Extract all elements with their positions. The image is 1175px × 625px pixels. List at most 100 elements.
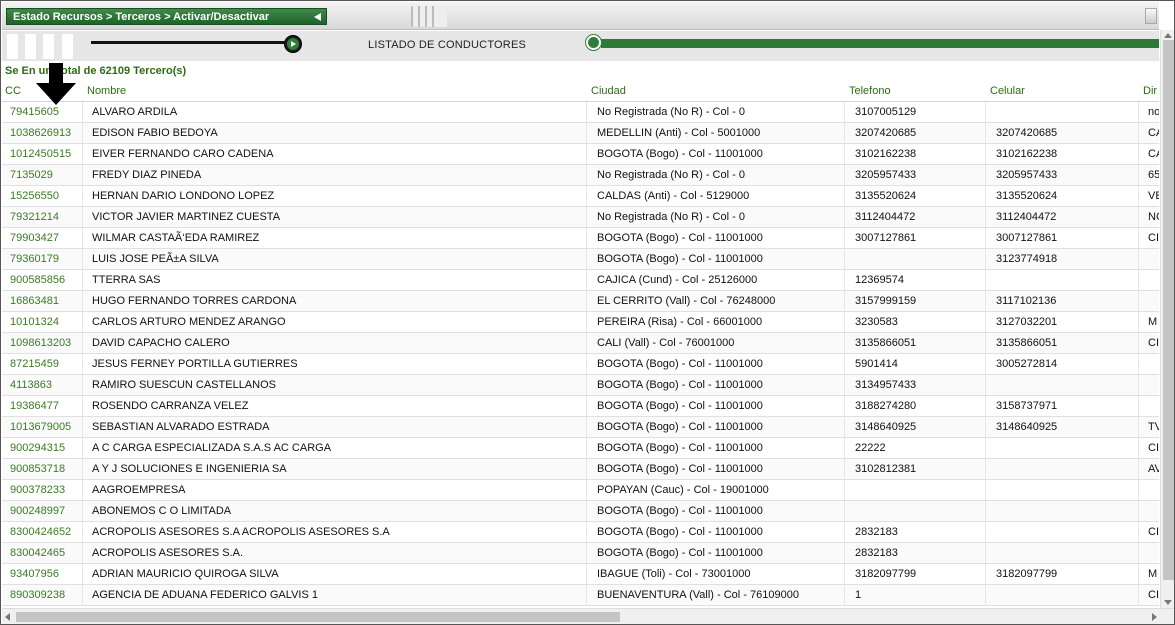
cell-nombre: A C CARGA ESPECIALIZADA S.A.S AC CARGA xyxy=(86,438,587,458)
cell-dir xyxy=(1142,480,1159,500)
table-row[interactable]: 10101324 CARLOS ARTURO MENDEZ ARANGO PEREI… xyxy=(2,312,1159,333)
column-header-ciudad[interactable]: Ciudad xyxy=(591,85,626,97)
table-row[interactable]: 87215459 JESUS FERNEY PORTILLA GUTIERRES B… xyxy=(2,354,1159,375)
table-row[interactable]: 93407956 ADRIAN MAURICIO QUIROGA SILVA IBA… xyxy=(2,564,1159,585)
cell-cc[interactable]: 900585856 xyxy=(4,270,83,290)
cell-nombre: FREDY DIAZ PINEDA xyxy=(86,165,587,185)
cell-cc[interactable]: 93407956 xyxy=(4,564,83,584)
cell-cc[interactable]: 79415605 xyxy=(4,102,83,122)
cell-ciudad: BOGOTA (Bogo) - Col - 11001000 xyxy=(591,543,845,563)
table-row[interactable]: 900294315 A C CARGA ESPECIALIZADA S.A.S A… xyxy=(2,438,1159,459)
cell-cc[interactable]: 900294315 xyxy=(4,438,83,458)
table-row[interactable]: 900853718 A Y J SOLUCIONES E INGENIERIA S… xyxy=(2,459,1159,480)
cell-cc[interactable]: 15256550 xyxy=(4,186,83,206)
cell-ciudad: BOGOTA (Bogo) - Col - 11001000 xyxy=(591,144,845,164)
cell-cc[interactable]: 10101324 xyxy=(4,312,83,332)
table-row[interactable]: 900378233 AAGROEMPRESA POPAYAN (Cauc) - Co… xyxy=(2,480,1159,501)
table-row[interactable]: 79360179 LUIS JOSE PEÃ±A SILVA BOGOTA (Bog… xyxy=(2,249,1159,270)
cell-dir xyxy=(1142,501,1159,521)
cell-celular: 3158737971 xyxy=(990,396,1139,416)
cell-telefono xyxy=(849,249,986,269)
table-row[interactable]: 1038626913 EDISON FABIO BEDOYA MEDELLIN (A… xyxy=(2,123,1159,144)
cell-ciudad: CALI (Vall) - Col - 76001000 xyxy=(591,333,845,353)
cell-cc[interactable]: 830042465 xyxy=(4,543,83,563)
cell-cc[interactable]: 900853718 xyxy=(4,459,83,479)
cell-cc[interactable]: 900378233 xyxy=(4,480,83,500)
table-row[interactable]: 79321214 VICTOR JAVIER MARTINEZ CUESTA No … xyxy=(2,207,1159,228)
cell-nombre: DAVID CAPACHO CALERO xyxy=(86,333,587,353)
play-button[interactable] xyxy=(284,35,302,53)
cell-telefono: 3207420685 xyxy=(849,123,986,143)
column-header-celular[interactable]: Celular xyxy=(990,85,1025,97)
progress-dot-icon[interactable] xyxy=(586,35,601,50)
table-header: CC Nombre Ciudad Telefono Celular Dir xyxy=(2,81,1159,102)
table-row[interactable]: 4113863 RAMIRO SUESCUN CASTELLANOS BOGOTA … xyxy=(2,375,1159,396)
cell-telefono: 3188274280 xyxy=(849,396,986,416)
table-row[interactable]: 1098613203 DAVID CAPACHO CALERO CALI (Vall… xyxy=(2,333,1159,354)
scroll-left-icon[interactable] xyxy=(5,613,10,621)
cell-celular: 3102162238 xyxy=(990,144,1139,164)
cell-nombre: WILMAR CASTAÃ‘EDA RAMIREZ xyxy=(86,228,587,248)
cell-nombre: ACROPOLIS ASESORES S.A ACROPOLIS ASESORE… xyxy=(86,522,587,542)
back-arrow-icon[interactable] xyxy=(314,13,321,21)
cell-cc[interactable]: 8300424652 xyxy=(4,522,83,542)
cell-cc[interactable]: 1038626913 xyxy=(4,123,83,143)
scroll-down-icon[interactable] xyxy=(1164,600,1172,605)
table-row[interactable]: 19386477 ROSENDO CARRANZA VELEZ BOGOTA (Bo… xyxy=(2,396,1159,417)
table-row[interactable]: 830042465 ACROPOLIS ASESORES S.A. BOGOTA (… xyxy=(2,543,1159,564)
cell-cc[interactable]: 1013679005 xyxy=(4,417,83,437)
cell-cc[interactable]: 79903427 xyxy=(4,228,83,248)
cell-cc[interactable]: 87215459 xyxy=(4,354,83,374)
vertical-scrollbar[interactable] xyxy=(1160,30,1174,608)
cell-nombre: ABONEMOS C O LIMITADA xyxy=(86,501,587,521)
column-header-nombre[interactable]: Nombre xyxy=(87,85,126,97)
cell-dir: M xyxy=(1148,568,1158,580)
cell-nombre: AGENCIA DE ADUANA FEDERICO GALVIS 1 xyxy=(86,585,587,605)
table-row[interactable]: 7135029 FREDY DIAZ PINEDA No Registrada (N… xyxy=(2,165,1159,186)
cell-cc[interactable]: 1012450515 xyxy=(4,144,83,164)
cell-ciudad: BOGOTA (Bogo) - Col - 11001000 xyxy=(591,438,845,458)
cell-cc[interactable]: 900248997 xyxy=(4,501,83,521)
breadcrumb[interactable]: Estado Recursos > Terceros > Activar/Des… xyxy=(6,8,327,25)
table-row[interactable]: 8300424652 ACROPOLIS ASESORES S.A ACROPOL… xyxy=(2,522,1159,543)
cell-cc[interactable]: 1098613203 xyxy=(4,333,83,353)
table-row[interactable]: 900585856 TTERRA SAS CAJICA (Cund) - Col -… xyxy=(2,270,1159,291)
toolbar-stripe xyxy=(62,34,73,59)
cell-ciudad: BOGOTA (Bogo) - Col - 11001000 xyxy=(591,417,845,437)
table-row[interactable]: 79903427 WILMAR CASTAÃ‘EDA RAMIREZ BOGOTA … xyxy=(2,228,1159,249)
splitter-grip-handle[interactable] xyxy=(411,6,447,27)
table-row[interactable]: 79415605 ALVARO ARDILA No Registrada (No R… xyxy=(2,102,1159,123)
table-row[interactable]: 900248997 ABONEMOS C O LIMITADA BOGOTA (Bo… xyxy=(2,501,1159,522)
down-arrow-annotation-icon xyxy=(36,63,76,105)
cell-celular: 3127032201 xyxy=(990,312,1139,332)
cell-nombre: VICTOR JAVIER MARTINEZ CUESTA xyxy=(86,207,587,227)
table-row[interactable]: 15256550 HERNAN DARIO LONDONO LOPEZ CALDAS… xyxy=(2,186,1159,207)
table-body: 79415605 ALVARO ARDILA No Registrada (No R… xyxy=(2,102,1159,606)
cell-cc[interactable]: 890309238 xyxy=(4,585,83,605)
horizontal-scrollbar[interactable] xyxy=(2,608,1174,624)
cell-cc[interactable]: 16863481 xyxy=(4,291,83,311)
table-row[interactable]: 1013679005 SEBASTIAN ALVARADO ESTRADA BOGO… xyxy=(2,417,1159,438)
cell-telefono: 2832183 xyxy=(849,522,986,542)
scroll-right-icon[interactable] xyxy=(1152,613,1157,621)
cell-cc[interactable]: 19386477 xyxy=(4,396,83,416)
table-row[interactable]: 16863481 HUGO FERNANDO TORRES CARDONA EL C… xyxy=(2,291,1159,312)
cell-telefono: 5901414 xyxy=(849,354,986,374)
cell-cc[interactable]: 79360179 xyxy=(4,249,83,269)
column-header-dir[interactable]: Dir xyxy=(1143,85,1157,97)
horizontal-scroll-thumb[interactable] xyxy=(16,612,620,622)
scroll-up-icon[interactable] xyxy=(1164,33,1172,38)
column-header-telefono[interactable]: Telefono xyxy=(849,85,891,97)
cell-cc[interactable]: 7135029 xyxy=(4,165,83,185)
table-row[interactable]: 1012450515 EIVER FERNANDO CARO CADENA BOGO… xyxy=(2,144,1159,165)
cell-ciudad: No Registrada (No R) - Col - 0 xyxy=(591,207,845,227)
cell-ciudad: PEREIRA (Risa) - Col - 66001000 xyxy=(591,312,845,332)
panel-toggle-button[interactable] xyxy=(1145,8,1157,24)
column-header-cc[interactable]: CC xyxy=(5,85,21,97)
table-row[interactable]: 890309238 AGENCIA DE ADUANA FEDERICO GALV… xyxy=(2,585,1159,606)
cell-cc[interactable]: 4113863 xyxy=(4,375,83,395)
vertical-scroll-thumb[interactable] xyxy=(1163,40,1174,580)
cell-cc[interactable]: 79321214 xyxy=(4,207,83,227)
cell-celular: 3123774918 xyxy=(990,249,1139,269)
play-icon xyxy=(287,38,299,50)
